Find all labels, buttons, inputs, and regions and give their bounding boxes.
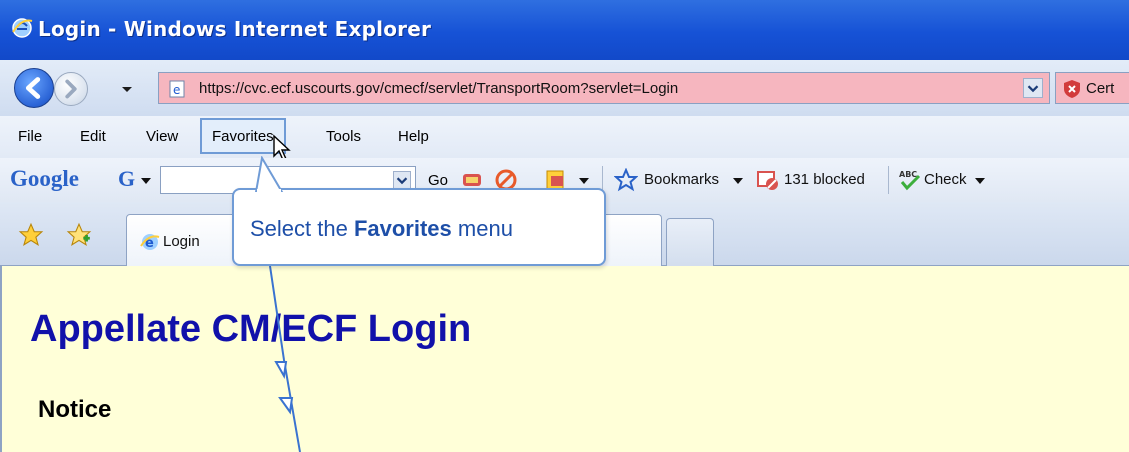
add-favorite-icon[interactable] xyxy=(66,222,92,248)
chevron-down-icon[interactable] xyxy=(578,176,590,186)
ie-logo-icon xyxy=(12,18,33,38)
title-bar: Login - Windows Internet Explorer xyxy=(0,0,1129,60)
tutorial-callout: Select the Favorites menu xyxy=(232,156,606,266)
callout-message: Select the Favorites menu xyxy=(250,216,513,242)
chevron-down-icon[interactable] xyxy=(974,176,986,186)
chevron-down-icon xyxy=(141,178,151,184)
callout-suffix: menu xyxy=(451,216,513,241)
menu-bar: File Edit View Favorites Tools Help xyxy=(0,116,1129,161)
page-content: Appellate CM/ECF Login Notice xyxy=(0,266,1129,452)
page-title: Appellate CM/ECF Login xyxy=(30,308,472,350)
search-dropdown-button[interactable] xyxy=(393,171,411,189)
shield-error-icon xyxy=(1064,80,1080,98)
ie-page-icon: e xyxy=(140,234,160,251)
menu-help[interactable]: Help xyxy=(398,128,429,145)
browser-window: Login - Windows Internet Explorer e http… xyxy=(0,0,1129,452)
forward-button[interactable] xyxy=(54,72,88,106)
address-dropdown-button[interactable] xyxy=(1023,78,1043,98)
star-icon[interactable] xyxy=(614,168,638,192)
menu-view[interactable]: View xyxy=(146,128,178,145)
favorites-center-icon[interactable] xyxy=(18,222,44,248)
tab-login-label: Login xyxy=(163,233,200,250)
callout-pointer xyxy=(254,156,284,192)
bookmarks-button[interactable]: Bookmarks xyxy=(644,171,719,188)
popup-blocked-icon[interactable] xyxy=(756,168,780,192)
google-g-label: G xyxy=(118,166,136,191)
back-button[interactable] xyxy=(14,68,54,108)
window-title: Login - Windows Internet Explorer xyxy=(38,17,432,41)
blocked-count[interactable]: 131 blocked xyxy=(784,171,865,188)
google-logo-text: Google xyxy=(10,166,79,191)
back-arrow-icon xyxy=(25,77,41,99)
forward-arrow-icon xyxy=(65,79,77,99)
address-bar[interactable]: e https://cvc.ecf.uscourts.gov/cmecf/ser… xyxy=(158,72,1050,104)
new-tab-button[interactable] xyxy=(666,218,714,266)
google-menu-button[interactable]: G xyxy=(118,166,158,194)
menu-edit[interactable]: Edit xyxy=(80,128,106,145)
spellcheck-icon[interactable]: ABC xyxy=(898,168,922,192)
chevron-down-icon xyxy=(396,177,408,185)
url-text[interactable]: https://cvc.ecf.uscourts.gov/cmecf/servl… xyxy=(199,80,678,97)
menu-tools[interactable]: Tools xyxy=(326,128,361,145)
go-button[interactable]: Go xyxy=(428,172,448,189)
google-logo: Google xyxy=(10,166,79,192)
navigation-bar: e https://cvc.ecf.uscourts.gov/cmecf/ser… xyxy=(0,60,1129,116)
certificate-error-button[interactable]: Cert xyxy=(1055,72,1129,104)
notice-heading: Notice xyxy=(38,396,112,423)
page-icon: e xyxy=(169,80,185,98)
check-button[interactable]: Check xyxy=(924,171,967,188)
chevron-down-icon[interactable] xyxy=(732,176,744,186)
certificate-label: Cert xyxy=(1086,80,1115,97)
svg-text:ABC: ABC xyxy=(899,170,917,179)
recent-pages-dropdown-icon[interactable] xyxy=(120,82,134,96)
callout-emphasis: Favorites xyxy=(353,216,452,241)
callout-prefix: Select the xyxy=(250,216,354,241)
svg-text:e: e xyxy=(173,83,180,97)
separator xyxy=(888,166,889,194)
chevron-down-icon xyxy=(1027,85,1039,93)
menu-file[interactable]: File xyxy=(18,128,42,145)
